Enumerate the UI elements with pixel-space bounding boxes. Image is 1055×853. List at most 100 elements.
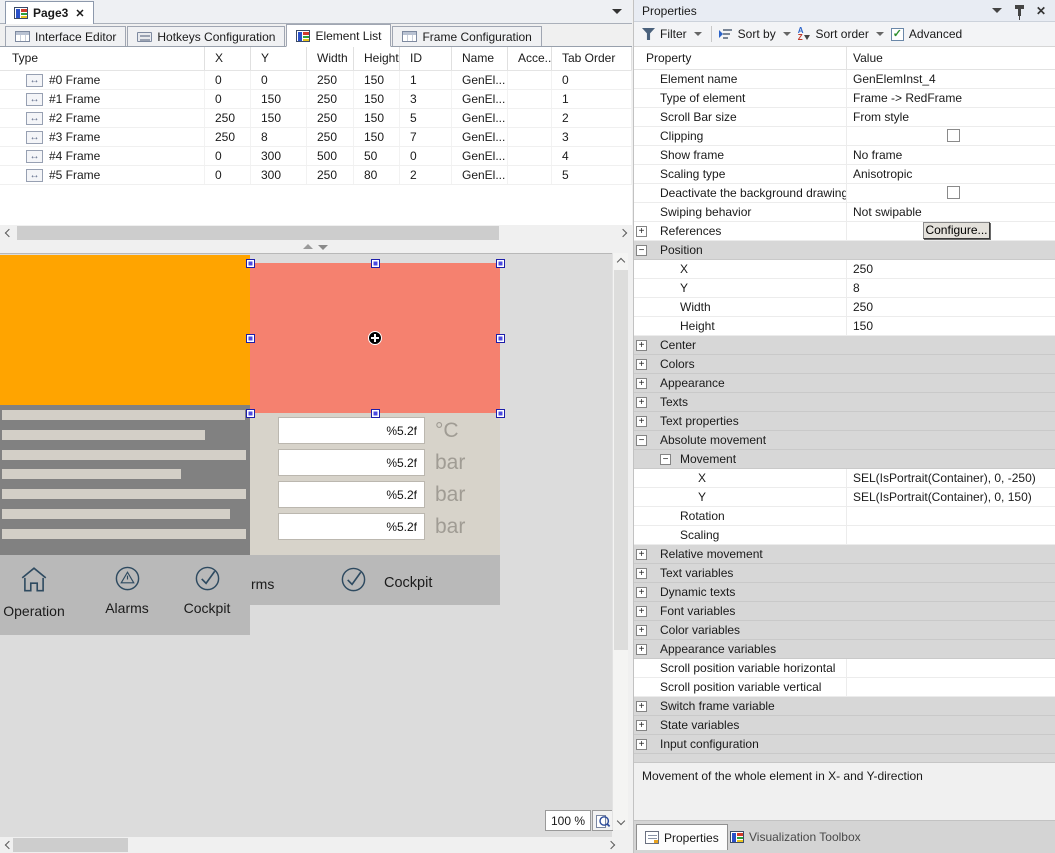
document-tab-page3[interactable]: Page3 ✕ [5, 1, 94, 24]
property-value[interactable]: 150 [847, 317, 1055, 335]
selection-handle[interactable] [496, 334, 505, 343]
property-value[interactable]: SEL(IsPortrait(Container), 0, -250) [847, 469, 1055, 487]
property-value[interactable] [847, 526, 1055, 544]
expand-icon[interactable]: + [636, 587, 647, 598]
property-value[interactable]: Configure... [847, 222, 1055, 240]
expand-icon[interactable]: + [636, 739, 647, 750]
selection-handle[interactable] [371, 409, 380, 418]
tab-properties[interactable]: Properties [636, 824, 728, 850]
column-header-name[interactable]: Name [452, 47, 508, 70]
checkbox[interactable] [947, 129, 960, 142]
column-header-y[interactable]: Y [251, 47, 307, 70]
list-frame[interactable] [0, 405, 250, 555]
expand-icon[interactable]: + [636, 701, 647, 712]
property-value[interactable]: 250 [847, 260, 1055, 278]
expand-icon[interactable]: + [636, 625, 647, 636]
property-value[interactable] [847, 678, 1055, 696]
hscroll-thumb[interactable] [17, 226, 499, 240]
table-row[interactable]: ↔#3 Frame25082501507GenEl...3 [0, 128, 632, 147]
scroll-down-button[interactable] [613, 814, 629, 830]
tab-list-dropdown-icon[interactable] [612, 9, 622, 14]
collapse-icon[interactable]: − [636, 245, 647, 256]
property-value[interactable] [847, 659, 1055, 677]
scroll-up-button[interactable] [613, 253, 629, 269]
vscroll-thumb[interactable] [614, 270, 628, 650]
table-row[interactable]: ↔#0 Frame002501501GenEl...0 [0, 71, 632, 90]
sort-by-button[interactable]: Sort by [719, 27, 791, 41]
checkbox[interactable] [947, 186, 960, 199]
property-value[interactable]: 8 [847, 279, 1055, 297]
collapse-icon[interactable]: − [660, 454, 671, 465]
expand-icon[interactable]: + [636, 397, 647, 408]
table-row[interactable]: ↔#1 Frame01502501503GenEl...1 [0, 90, 632, 109]
tab-frame-configuration[interactable]: Frame Configuration [392, 26, 541, 46]
property-value[interactable] [847, 184, 1055, 202]
collapse-icon[interactable]: − [636, 435, 647, 446]
table-row[interactable]: ↔#2 Frame2501502501505GenEl...2 [0, 109, 632, 128]
property-value[interactable]: SEL(IsPortrait(Container), 0, 150) [847, 488, 1055, 506]
table-row[interactable]: ↔#4 Frame0300500500GenEl...4 [0, 147, 632, 166]
configure-button[interactable]: Configure... [923, 222, 990, 239]
sort-order-button[interactable]: AZ Sort order [798, 27, 884, 41]
hscroll-thumb[interactable] [13, 838, 128, 852]
property-value[interactable]: From style [847, 108, 1055, 126]
close-icon[interactable]: ✕ [1033, 4, 1049, 18]
expand-icon[interactable]: + [636, 606, 647, 617]
advanced-toggle[interactable]: ✓ Advanced [891, 27, 962, 41]
property-column-header[interactable]: Property [634, 47, 847, 69]
expand-icon[interactable]: + [636, 568, 647, 579]
panel-menu-dropdown-icon[interactable] [989, 4, 1005, 18]
column-header-tab-order[interactable]: Tab Order [552, 47, 632, 70]
tab-hotkeys-configuration[interactable]: Hotkeys Configuration [127, 26, 285, 46]
selection-handle[interactable] [496, 259, 505, 268]
center-move-handle[interactable] [368, 331, 382, 345]
property-value[interactable]: Anisotropic [847, 165, 1055, 183]
property-value[interactable]: Not swipable [847, 203, 1055, 221]
expand-icon[interactable]: + [636, 416, 647, 427]
tab-interface-editor[interactable]: Interface Editor [5, 26, 126, 46]
checked-checkbox-icon[interactable]: ✓ [891, 28, 904, 41]
scroll-left-button[interactable] [0, 225, 16, 241]
selection-handle[interactable] [246, 334, 255, 343]
scroll-right-button[interactable] [604, 837, 620, 853]
selection-handle[interactable] [371, 259, 380, 268]
property-value[interactable]: Frame -> RedFrame [847, 89, 1055, 107]
selection-handle[interactable] [496, 409, 505, 418]
values-frame[interactable]: %5.2f°C%5.2fbar%5.2fbar%5.2fbar [250, 405, 500, 555]
orange-frame[interactable] [0, 255, 250, 405]
visualization-canvas[interactable]: %5.2f°C%5.2fbar%5.2fbar%5.2fbar rmsCockp… [0, 253, 612, 837]
expand-icon[interactable]: + [636, 226, 647, 237]
property-value[interactable]: No frame [847, 146, 1055, 164]
selection-handle[interactable] [246, 259, 255, 268]
column-header-id[interactable]: ID [400, 47, 452, 70]
column-header-height[interactable]: Height [354, 47, 400, 70]
pin-icon[interactable] [1011, 4, 1027, 18]
tab-visualization-toolbox[interactable]: Visualization Toolbox [722, 824, 869, 850]
property-value[interactable]: GenElemInst_4 [847, 70, 1055, 88]
table-row[interactable]: ↔#5 Frame0300250802GenEl...5 [0, 166, 632, 185]
column-header-width[interactable]: Width [307, 47, 354, 70]
column-header-acce[interactable]: Acce... [508, 47, 552, 70]
splitter-collapse-down-icon[interactable] [318, 245, 328, 250]
nav-bar-portrait-frame[interactable]: OperationAlarmsCockpit [0, 555, 250, 635]
tab-element-list[interactable]: Element List [286, 24, 391, 47]
splitter-collapse-up-icon[interactable] [303, 244, 313, 249]
column-header-x[interactable]: X [205, 47, 251, 70]
property-value[interactable] [847, 127, 1055, 145]
expand-icon[interactable]: + [636, 340, 647, 351]
expand-icon[interactable]: + [636, 549, 647, 560]
filter-button[interactable]: Filter [642, 27, 702, 41]
scroll-right-button[interactable] [616, 225, 632, 241]
expand-icon[interactable]: + [636, 378, 647, 389]
property-value[interactable]: 250 [847, 298, 1055, 316]
value-column-header[interactable]: Value [847, 47, 883, 69]
close-icon[interactable]: ✕ [75, 7, 84, 20]
pane-splitter[interactable] [0, 241, 632, 253]
zoom-level-box[interactable]: 100 % [545, 810, 591, 831]
zoom-tool-button[interactable] [592, 810, 613, 831]
selection-handle[interactable] [246, 409, 255, 418]
expand-icon[interactable]: + [636, 359, 647, 370]
expand-icon[interactable]: + [636, 644, 647, 655]
column-header-type[interactable]: Type [0, 47, 205, 70]
expand-icon[interactable]: + [636, 720, 647, 731]
